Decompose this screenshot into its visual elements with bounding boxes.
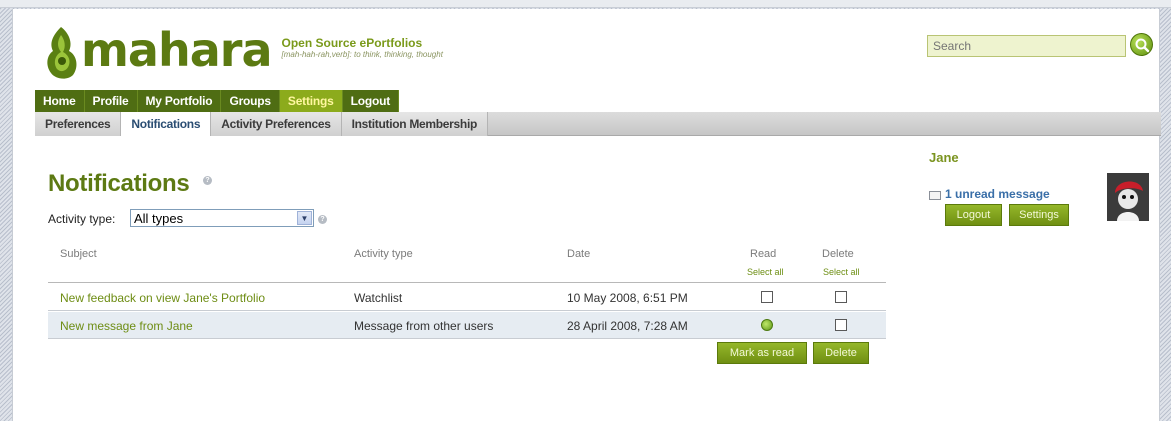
subnav-preferences[interactable]: Preferences bbox=[35, 112, 122, 136]
row-date: 28 April 2008, 7:28 AM bbox=[567, 319, 688, 333]
brand-name: mahara bbox=[81, 23, 272, 77]
unread-messages-link[interactable]: 1 unread message bbox=[945, 187, 1050, 201]
delete-checkbox[interactable] bbox=[835, 319, 847, 331]
avatar[interactable] bbox=[1107, 173, 1149, 221]
envelope-icon bbox=[929, 191, 941, 200]
subnav-institution-membership[interactable]: Institution Membership bbox=[341, 112, 489, 136]
nav-profile[interactable]: Profile bbox=[85, 90, 138, 112]
mahara-logo[interactable]: mahara Open Source ePortfolios [mah-hah-… bbox=[43, 23, 443, 84]
mark-as-read-button[interactable]: Mark as read bbox=[717, 342, 807, 364]
sidebar-logout-button[interactable]: Logout bbox=[945, 204, 1002, 226]
nav-logout[interactable]: Logout bbox=[343, 90, 400, 112]
nav-home[interactable]: Home bbox=[35, 90, 85, 112]
main-nav: Home Profile My Portfolio Groups Setting… bbox=[35, 90, 400, 112]
row-date: 10 May 2008, 6:51 PM bbox=[567, 291, 688, 305]
sidebar-settings-button[interactable]: Settings bbox=[1009, 204, 1069, 226]
mahara-logo-icon bbox=[47, 27, 77, 79]
nav-my-portfolio[interactable]: My Portfolio bbox=[138, 90, 222, 112]
subnav-notifications[interactable]: Notifications bbox=[121, 112, 212, 136]
table-row: New feedback on view Jane's Portfolio Wa… bbox=[48, 284, 886, 311]
read-status-icon bbox=[761, 319, 773, 331]
column-header-date: Date bbox=[567, 248, 591, 260]
sub-nav: Preferences Notifications Activity Prefe… bbox=[35, 112, 489, 136]
delete-button[interactable]: Delete bbox=[813, 342, 869, 364]
column-header-subject: Subject bbox=[60, 248, 97, 260]
delete-checkbox[interactable] bbox=[835, 291, 847, 303]
read-select-all-link[interactable]: Select all bbox=[747, 267, 784, 277]
page-title: Notifications bbox=[48, 170, 190, 197]
column-header-activity-type: Activity type bbox=[354, 248, 413, 260]
read-checkbox[interactable] bbox=[761, 291, 773, 303]
subnav-activity-preferences[interactable]: Activity Preferences bbox=[211, 112, 342, 136]
table-header-divider bbox=[48, 282, 886, 283]
activity-type-value: All types bbox=[134, 211, 184, 226]
search-input[interactable] bbox=[927, 35, 1126, 57]
sub-nav-bar: Preferences Notifications Activity Prefe… bbox=[35, 112, 1161, 136]
search-button[interactable] bbox=[1130, 33, 1153, 56]
mahara-page: mahara Open Source ePortfolios [mah-hah-… bbox=[12, 9, 1161, 421]
magnifier-icon bbox=[1135, 38, 1150, 53]
row-subject-link[interactable]: New feedback on view Jane's Portfolio bbox=[60, 291, 265, 305]
row-activity-type: Message from other users bbox=[354, 319, 494, 333]
column-header-delete: Delete bbox=[822, 248, 854, 260]
avatar-image bbox=[1107, 173, 1149, 221]
browser-top-strip bbox=[0, 0, 1171, 8]
row-subject-link[interactable]: New message from Jane bbox=[60, 319, 193, 333]
help-icon[interactable]: ? bbox=[318, 215, 327, 224]
nav-groups[interactable]: Groups bbox=[221, 90, 280, 112]
sidebar-user-name: Jane bbox=[929, 150, 959, 165]
brand-tagline-block: Open Source ePortfolios [mah-hah-rah,ver… bbox=[282, 36, 443, 59]
nav-settings[interactable]: Settings bbox=[279, 90, 343, 112]
activity-type-select[interactable]: All types ▼ bbox=[130, 209, 314, 227]
help-icon[interactable]: ? bbox=[203, 176, 212, 185]
dropdown-arrow-icon[interactable]: ▼ bbox=[297, 211, 312, 225]
brand-subtagline: [mah-hah-rah,verb]: to think, thinking, … bbox=[281, 49, 443, 59]
row-activity-type: Watchlist bbox=[354, 291, 403, 305]
brand-tagline: Open Source ePortfolios bbox=[281, 35, 423, 50]
table-row: New message from Jane Message from other… bbox=[48, 312, 886, 339]
column-header-read: Read bbox=[750, 248, 777, 260]
delete-select-all-link[interactable]: Select all bbox=[823, 267, 860, 277]
activity-type-label: Activity type: bbox=[48, 212, 116, 226]
